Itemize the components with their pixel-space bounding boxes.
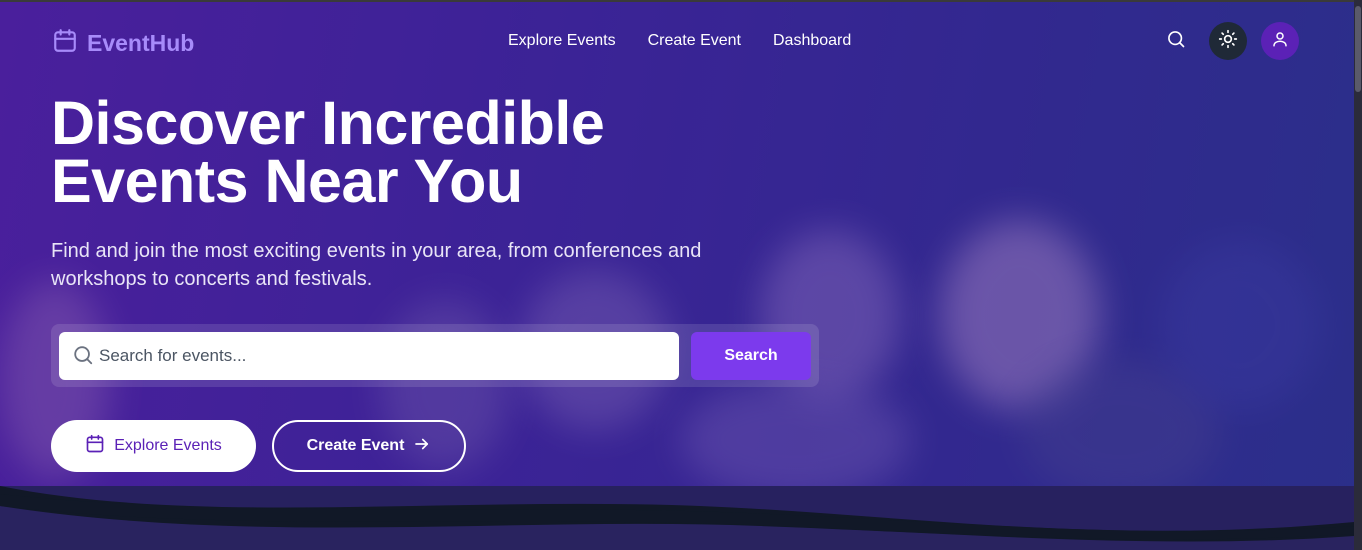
- hero-subtext: Find and join the most exciting events i…: [51, 240, 702, 290]
- explore-events-label: Explore Events: [114, 437, 222, 454]
- page-scrollbar[interactable]: [1354, 0, 1362, 550]
- user-icon: [1271, 30, 1289, 53]
- profile-button[interactable]: [1261, 22, 1299, 60]
- brand-logo[interactable]: EventHub: [52, 28, 194, 59]
- search-input[interactable]: [99, 332, 669, 380]
- explore-events-button[interactable]: Explore Events: [51, 420, 256, 472]
- sun-icon: [1218, 29, 1238, 54]
- wave-divider: [0, 486, 1354, 550]
- nav-link-dashboard[interactable]: Dashboard: [773, 32, 851, 50]
- create-event-label: Create Event: [306, 437, 405, 454]
- search-field[interactable]: [59, 332, 679, 380]
- window-top-border: [0, 0, 1362, 2]
- navbar: EventHub Explore Events Create Event Das…: [0, 0, 1354, 84]
- scrollbar-thumb[interactable]: [1355, 6, 1361, 92]
- nav-link-create-event[interactable]: Create Event: [648, 32, 741, 50]
- calendar-icon: [52, 28, 78, 59]
- create-event-button[interactable]: Create Event: [272, 420, 466, 472]
- brand-name: EventHub: [87, 30, 195, 56]
- theme-toggle-button[interactable]: [1209, 22, 1247, 60]
- search-icon: [1166, 29, 1186, 54]
- nav-actions: [1157, 22, 1299, 60]
- headline-line-2: Events Near You: [51, 147, 523, 215]
- search-bar: Search: [51, 324, 819, 387]
- bg-blur: [1160, 240, 1320, 410]
- arrow-right-icon: [413, 435, 431, 458]
- search-submit-button[interactable]: Search: [691, 332, 811, 380]
- search-icon: [72, 344, 94, 371]
- hero-section: EventHub Explore Events Create Event Das…: [0, 0, 1354, 550]
- bg-blur: [680, 380, 910, 500]
- nav-links: Explore Events Create Event Dashboard: [508, 32, 851, 50]
- hero-headline: Discover Incredible Events Near You: [51, 93, 605, 212]
- nav-link-explore-events[interactable]: Explore Events: [508, 32, 616, 50]
- calendar-icon: [85, 434, 105, 459]
- search-button[interactable]: [1157, 22, 1195, 60]
